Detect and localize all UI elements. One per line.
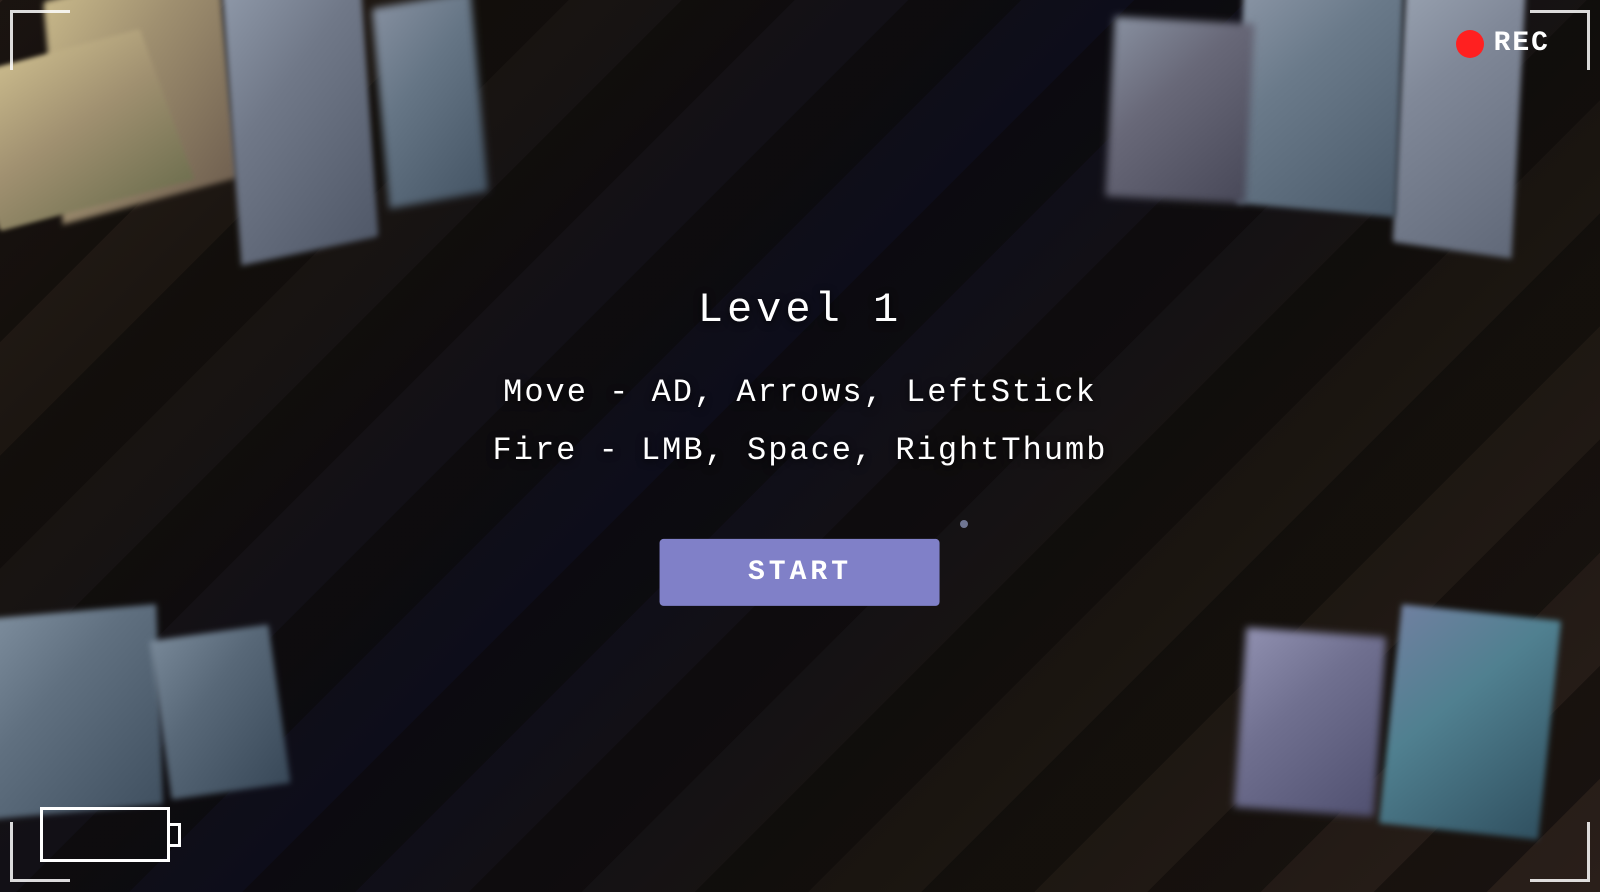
battery-body <box>40 807 170 862</box>
block-3 <box>372 0 488 209</box>
block-11 <box>1234 627 1386 816</box>
start-button[interactable]: START <box>660 539 940 606</box>
block-2 <box>222 0 379 266</box>
block-9 <box>149 624 290 799</box>
move-instruction: Move - AD, Arrows, LeftStick <box>493 364 1108 422</box>
fire-instruction: Fire - LMB, Space, RightThumb <box>493 422 1108 480</box>
block-7 <box>1105 16 1254 203</box>
rec-indicator: REC <box>1456 28 1550 59</box>
block-6 <box>1236 0 1404 217</box>
instructions-panel: Move - AD, Arrows, LeftStick Fire - LMB,… <box>493 364 1108 479</box>
battery-indicator <box>40 807 181 862</box>
block-10 <box>1379 604 1561 840</box>
rec-dot <box>1456 30 1484 58</box>
rec-label: REC <box>1494 28 1550 59</box>
block-8 <box>0 604 163 820</box>
battery-tip <box>169 823 181 847</box>
center-content: Level 1 Move - AD, Arrows, LeftStick Fir… <box>493 286 1108 606</box>
level-title: Level 1 <box>493 286 1108 334</box>
